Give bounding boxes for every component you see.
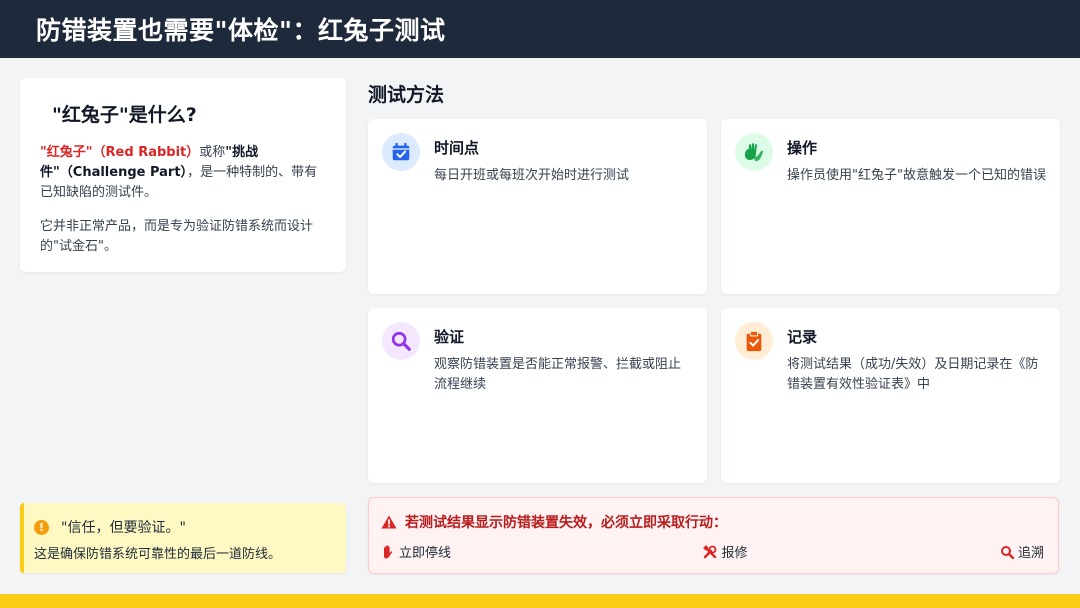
method-card-timing: 时间点 每日开班或每班次开始时进行测试 xyxy=(368,119,707,294)
method-title: 记录 xyxy=(787,328,818,346)
or-called-text: 或称 xyxy=(199,145,226,160)
calendar-check-icon xyxy=(382,133,420,171)
magnifier-icon xyxy=(382,322,420,360)
quote-line1-row: ! "信任，但要验证。" xyxy=(34,517,334,537)
action-stop-line: 立即停线 xyxy=(381,542,451,561)
method-card-verify: 验证 观察防错装置是否能正常报警、拦截或阻止流程继续 xyxy=(368,308,707,483)
tools-icon xyxy=(703,544,717,558)
action-repair: 报修 xyxy=(703,542,748,561)
alert-title: 若测试结果显示防错装置失效，必须立即采取行动： xyxy=(405,515,727,531)
quote-text: "信任，但要验证。" xyxy=(61,520,186,536)
action-label: 报修 xyxy=(721,546,748,561)
term-red-rabbit: "红兔子"（Red Rabbit） xyxy=(40,145,200,160)
definition-text: "红兔子"（Red Rabbit）或称"挑战件"（Challenge Part）… xyxy=(40,143,326,203)
method-title: 时间点 xyxy=(434,139,480,157)
hands-icon xyxy=(735,133,773,171)
warning-triangle-icon xyxy=(381,515,397,529)
page-title: 防错装置也需要"体检"：红兔子测试 xyxy=(36,16,446,45)
action-trace: 追溯 xyxy=(1000,542,1044,561)
clipboard-check-icon xyxy=(735,322,773,360)
alert-title-row: 若测试结果显示防错装置失效，必须立即采取行动： xyxy=(381,512,1046,532)
slide: 防错装置也需要"体检"：红兔子测试 "红兔子"是什么? "红兔子"（Red Ra… xyxy=(0,0,1080,608)
method-desc: 将测试结果（成功/失效）及日期记录在《防错装置有效性验证表》中 xyxy=(787,357,1039,392)
alert-actions: 立即停线 报修 追溯 xyxy=(381,542,1046,561)
method-desc: 观察防错装置是否能正常报警、拦截或阻止流程继续 xyxy=(434,357,682,392)
action-label: 立即停线 xyxy=(399,546,452,561)
method-title: 操作 xyxy=(787,139,818,157)
action-label: 追溯 xyxy=(1017,546,1044,561)
quote-subtext: 这是确保防错系统可靠性的最后一道防线。 xyxy=(34,547,282,562)
method-card-record: 记录 将测试结果（成功/失效）及日期记录在《防错装置有效性验证表》中 xyxy=(721,308,1060,483)
definition-title: "红兔子"是什么? xyxy=(52,104,197,126)
method-desc: 操作员使用"红兔子"故意触发一个已知的错误 xyxy=(787,168,1046,183)
bottom-accent-bar xyxy=(0,594,1080,608)
hand-stop-icon xyxy=(384,544,393,558)
search-icon xyxy=(1000,545,1014,559)
failure-alert: 若测试结果显示防错装置失效，必须立即采取行动： 立即停线 报修 追溯 xyxy=(368,497,1059,574)
header-bar: 防错装置也需要"体检"：红兔子测试 xyxy=(0,0,1080,58)
quote-card: ! "信任，但要验证。" 这是确保防错系统可靠性的最后一道防线。 xyxy=(20,503,346,573)
method-title: 验证 xyxy=(434,328,465,346)
exclamation-circle-icon: ! xyxy=(34,519,49,535)
methods-section-title: 测试方法 xyxy=(368,84,445,106)
definition-card: "红兔子"是什么? "红兔子"（Red Rabbit）或称"挑战件"（Chall… xyxy=(20,78,346,272)
method-desc: 每日开班或每班次开始时进行测试 xyxy=(434,168,630,183)
definition-para2: 它并非正常产品，而是专为验证防错系统而设计的"试金石"。 xyxy=(40,219,314,254)
method-card-operation: 操作 操作员使用"红兔子"故意触发一个已知的错误 xyxy=(721,119,1060,294)
